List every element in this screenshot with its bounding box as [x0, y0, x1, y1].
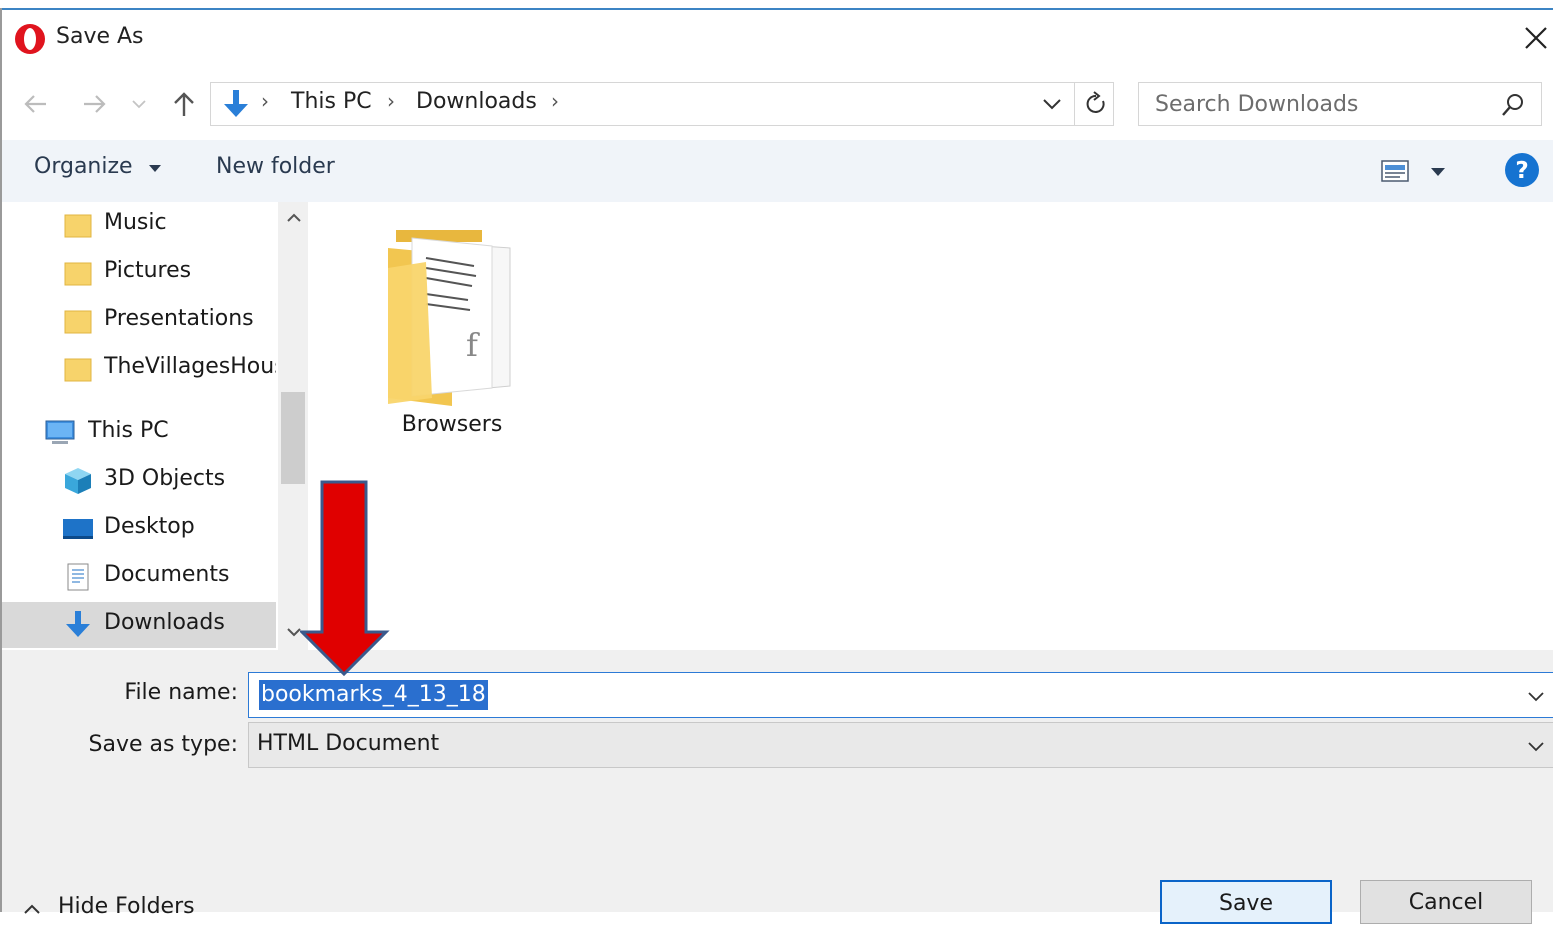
navigation-pane: Music Pictures Presentations TheVillages…: [2, 202, 308, 650]
forward-button[interactable]: [78, 88, 110, 120]
scroll-up-icon[interactable]: [286, 210, 302, 226]
chevron-down-icon: [132, 100, 146, 109]
sidebar-item-label: Desktop: [104, 514, 195, 539]
sidebar-item-music[interactable]: Music: [2, 202, 276, 248]
documents-icon: [67, 563, 89, 591]
sidebar-item-label: Presentations: [104, 306, 254, 331]
recent-locations-button[interactable]: [128, 88, 150, 120]
folder-item-browsers[interactable]: f Browsers: [372, 228, 528, 448]
opera-icon: [15, 24, 45, 54]
save-as-type-label: Save as type:: [88, 732, 239, 757]
search-input[interactable]: [1155, 89, 1485, 119]
desktop-icon: [63, 519, 93, 539]
file-list: f Browsers: [310, 202, 1553, 650]
folder-icon: [64, 310, 92, 334]
computer-icon: [45, 420, 75, 444]
sidebar-item-label: 3D Objects: [104, 466, 226, 491]
sidebar-item-label: Music: [104, 210, 167, 235]
breadcrumb-this-pc[interactable]: This PC: [291, 89, 372, 114]
breadcrumb-separator: ›: [551, 89, 559, 113]
forward-arrow-icon: [84, 95, 106, 113]
address-dropdown-icon[interactable]: [1039, 91, 1065, 117]
up-arrow-icon: [174, 92, 194, 116]
change-view-icon[interactable]: [1380, 158, 1410, 184]
view-options-dropdown-icon[interactable]: [1428, 162, 1448, 182]
folder-icon: [64, 358, 92, 382]
sidebar-item-label: TheVillagesHous: [104, 354, 276, 379]
folder-icon: [64, 262, 92, 286]
scrollbar-thumb[interactable]: [281, 392, 305, 484]
sidebar-item-desktop[interactable]: Desktop: [2, 506, 276, 552]
search-icon[interactable]: [1499, 91, 1527, 119]
back-arrow-icon: [24, 95, 46, 113]
sidebar-item-label: Downloads: [104, 610, 225, 635]
file-name-label: File name:: [124, 680, 238, 705]
file-name-field[interactable]: bookmarks_4_13_18: [248, 672, 1553, 718]
sidebar-item-label: This PC: [88, 418, 169, 443]
hide-folders-label: Hide Folders: [58, 894, 195, 919]
sidebar-item-thevillageshous[interactable]: TheVillagesHous: [2, 346, 276, 392]
sidebar-item-presentations[interactable]: Presentations: [2, 298, 276, 344]
up-button[interactable]: [168, 88, 200, 120]
chevron-down-icon[interactable]: [1525, 685, 1547, 707]
caret-down-icon: [148, 165, 161, 172]
save-options-panel: File name: bookmarks_4_13_18 Save as typ…: [2, 650, 1553, 924]
address-divider: [1074, 83, 1075, 125]
cube-icon: [65, 468, 91, 494]
breadcrumb-separator: ›: [261, 89, 269, 113]
folder-icon: [64, 214, 92, 238]
organize-button[interactable]: Organize: [34, 154, 162, 179]
save-as-type-value: HTML Document: [257, 731, 440, 756]
window-title: Save As: [56, 24, 144, 49]
download-icon: [224, 90, 248, 117]
sidebar-item-this-pc[interactable]: This PC: [2, 410, 276, 456]
refresh-icon[interactable]: [1081, 89, 1111, 119]
save-button[interactable]: Save: [1160, 880, 1332, 924]
download-icon: [66, 611, 90, 637]
breadcrumb-downloads[interactable]: Downloads: [416, 89, 537, 114]
help-icon[interactable]: ?: [1504, 152, 1540, 188]
sidebar-item-downloads[interactable]: Downloads: [2, 602, 276, 648]
chevron-down-icon[interactable]: [1525, 735, 1547, 757]
red-arrow-annotation: [300, 480, 390, 677]
breadcrumb-separator: ›: [387, 89, 395, 113]
sidebar-item-label: Documents: [104, 562, 230, 587]
sidebar-item-label: Pictures: [104, 258, 192, 283]
file-name-selected-text[interactable]: bookmarks_4_13_18: [259, 680, 488, 710]
address-bar[interactable]: › This PC › Downloads ›: [210, 82, 1114, 126]
close-icon[interactable]: [1520, 22, 1552, 54]
svg-text:?: ?: [1515, 158, 1528, 184]
sidebar-item-documents[interactable]: Documents: [2, 554, 276, 600]
back-button[interactable]: [20, 88, 52, 120]
new-folder-button[interactable]: New folder: [216, 154, 335, 179]
search-box[interactable]: [1138, 82, 1542, 126]
folder-label: Browsers: [401, 412, 503, 437]
cancel-button[interactable]: Cancel: [1360, 880, 1532, 924]
sidebar-item-3d-objects[interactable]: 3D Objects: [2, 458, 276, 504]
command-toolbar: Organize New folder ?: [2, 140, 1553, 202]
sidebar-item-pictures[interactable]: Pictures: [2, 250, 276, 296]
title-bar: [2, 10, 1553, 68]
save-as-type-select[interactable]: HTML Document: [248, 722, 1553, 768]
folder-with-documents-icon: f: [388, 230, 511, 406]
chevron-up-icon: [24, 904, 40, 914]
organize-label: Organize: [34, 154, 133, 179]
